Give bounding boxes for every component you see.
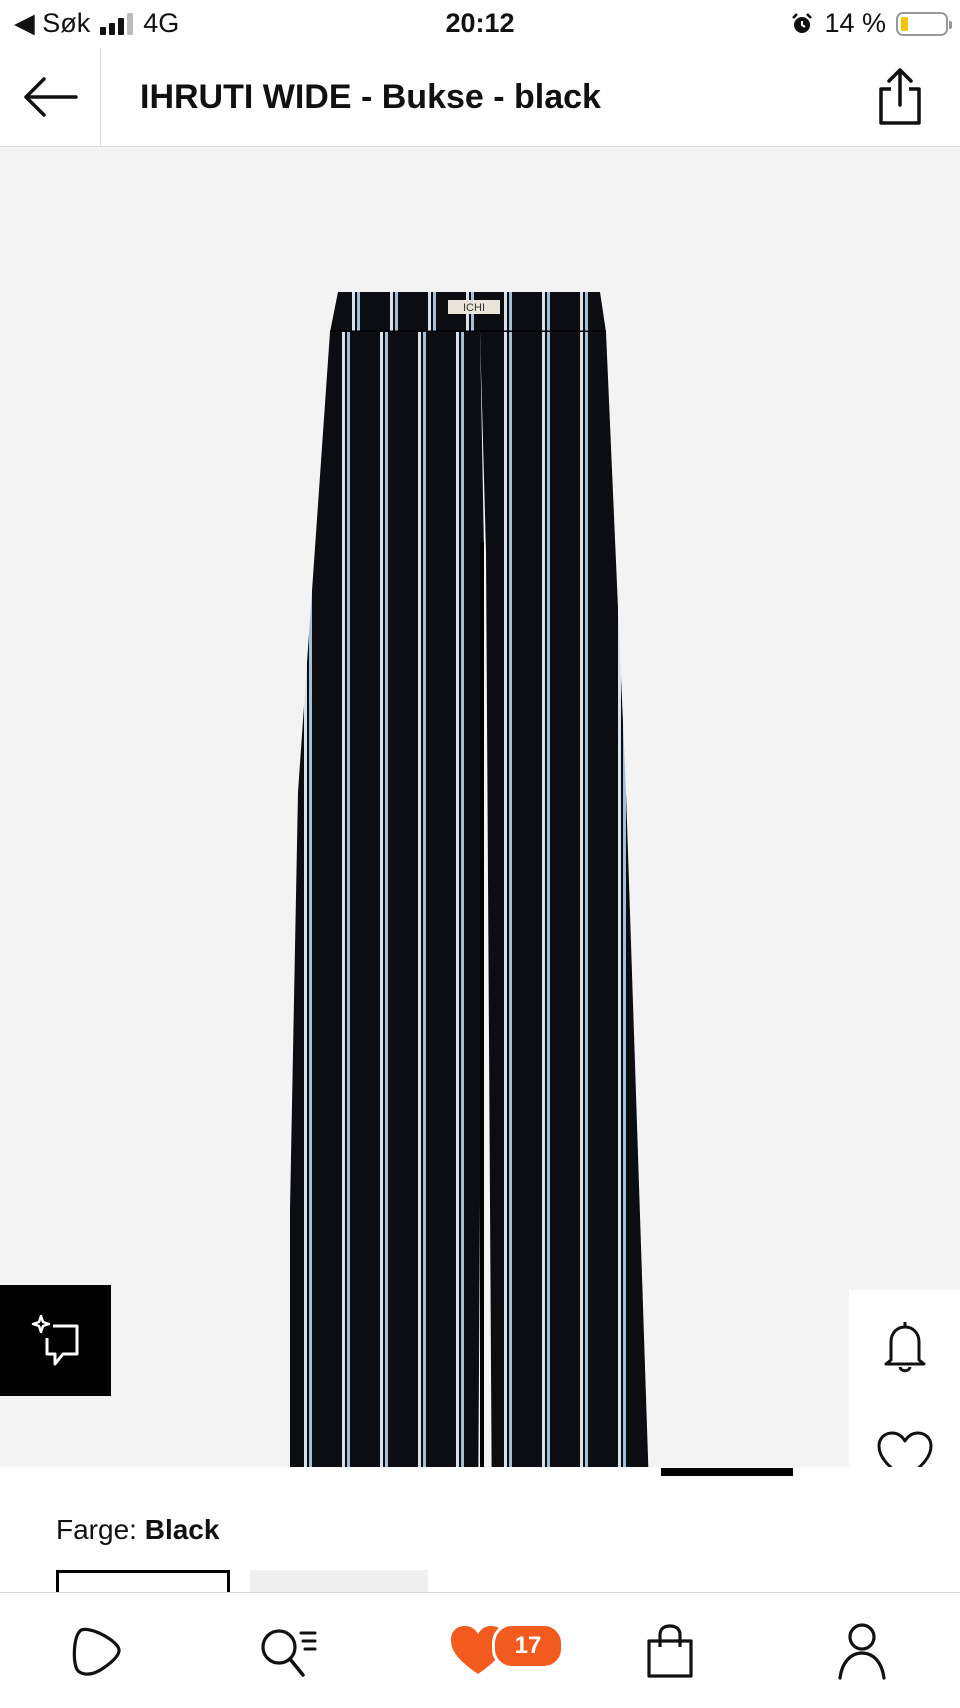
product-header: IHRUTI WIDE - Bukse - black	[0, 48, 960, 147]
ai-assistant-button[interactable]	[0, 1285, 111, 1396]
notify-button[interactable]	[849, 1290, 960, 1401]
color-label-row: Farge: Black	[56, 1514, 219, 1546]
sparkle-message-icon	[31, 1314, 78, 1365]
page-title: IHRUTI WIDE - Bukse - black	[140, 78, 601, 116]
color-label: Farge:	[56, 1514, 137, 1545]
status-right: 14 %	[790, 8, 952, 39]
profile-icon	[838, 1623, 886, 1680]
favorite-button[interactable]	[849, 1401, 960, 1467]
back-button[interactable]	[0, 48, 101, 146]
color-value: Black	[144, 1514, 220, 1545]
battery-icon	[896, 11, 952, 36]
alarm-icon	[792, 12, 813, 33]
search-list-icon	[261, 1629, 317, 1677]
image-pager-indicator	[661, 1468, 793, 1476]
nav-profile[interactable]	[822, 1613, 902, 1689]
brand-tag: ICHI	[463, 302, 485, 314]
wishlist-count-badge: 17	[492, 1623, 564, 1669]
play-icon	[72, 1627, 121, 1676]
status-bar: ◀ Søk 4G 20:12 14 %	[0, 0, 960, 49]
battery-percent: 14 %	[824, 8, 886, 38]
striped-trousers-image: ICHI	[290, 292, 649, 1467]
heart-icon	[877, 1431, 932, 1467]
nav-search[interactable]	[248, 1613, 328, 1689]
nav-bag[interactable]	[630, 1613, 710, 1689]
bag-icon	[647, 1624, 693, 1678]
back-arrow-icon	[24, 77, 78, 117]
bottom-navigation: 17	[0, 1592, 960, 1708]
share-button[interactable]	[870, 66, 930, 128]
product-image-gallery[interactable]: ICHI	[0, 147, 960, 1467]
nav-discover[interactable]	[56, 1613, 136, 1689]
bell-icon	[884, 1321, 925, 1372]
product-action-column	[849, 1290, 960, 1467]
share-icon	[879, 68, 921, 125]
